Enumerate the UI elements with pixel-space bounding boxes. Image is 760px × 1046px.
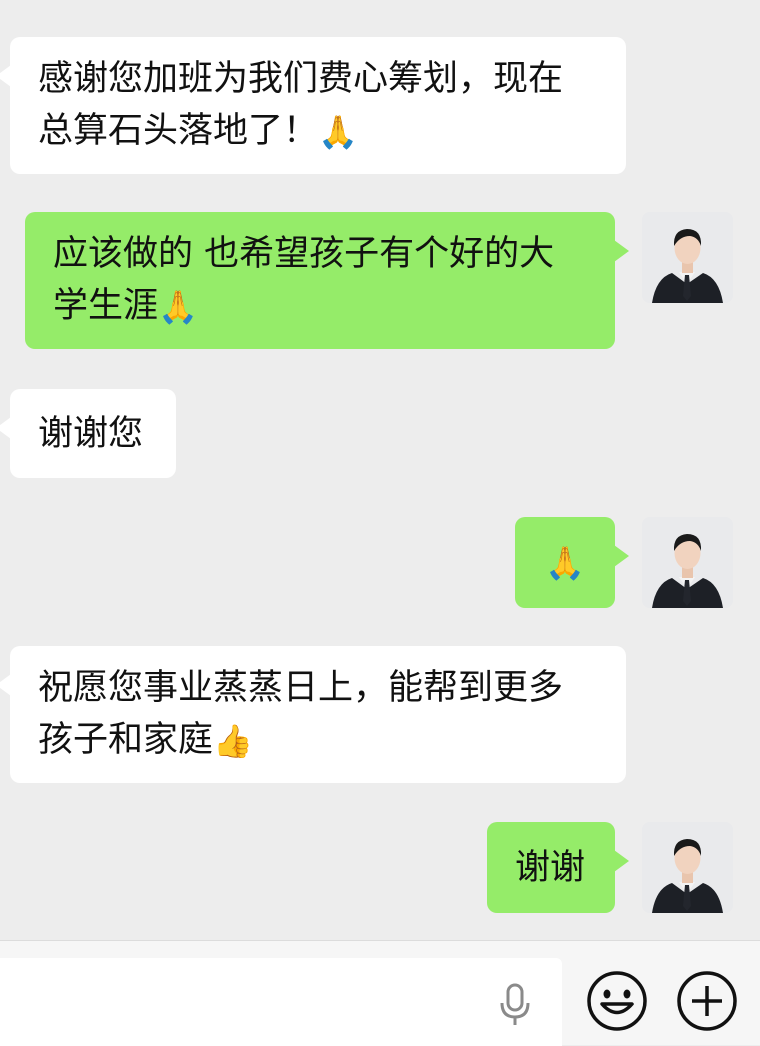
message-line: 学生涯 <box>53 286 159 326</box>
message-bubble-outgoing[interactable]: 谢谢 <box>487 822 629 913</box>
message-line: 总算石头落地了！ <box>38 111 319 151</box>
message-line: 谢谢您 <box>38 413 144 454</box>
avatar[interactable] <box>642 212 733 303</box>
avatar[interactable] <box>642 822 733 913</box>
microphone-icon[interactable] <box>497 981 533 1033</box>
message-bubble-incoming[interactable]: 祝愿您事业蒸蒸日上，能帮到更多 孩子和家庭👍 <box>0 646 626 783</box>
message-line: 祝愿您事业蒸蒸日上，能帮到更多 <box>38 668 564 708</box>
message-bubble-incoming[interactable]: 感谢您加班为我们费心筹划，现在 总算石头落地了！🙏 <box>0 37 626 174</box>
message-line: 孩子和家庭 <box>38 720 214 760</box>
message-bubble-outgoing[interactable]: 🙏 <box>515 517 629 608</box>
avatar[interactable] <box>642 517 733 608</box>
user-photo-icon <box>642 212 733 303</box>
thumbs-up-emoji-icon: 👍 <box>213 722 253 760</box>
folded-hands-emoji-icon: 🙏 <box>318 113 358 151</box>
message-line: 感谢您加班为我们费心筹划，现在 <box>38 59 564 99</box>
emoji-icon[interactable] <box>585 969 649 1037</box>
message-line: 应该做的 也希望孩子有个好的大 <box>53 234 555 274</box>
message-bubble-incoming[interactable]: 谢谢您 <box>0 389 176 478</box>
folded-hands-emoji-icon: 🙏 <box>545 543 585 582</box>
message-line: 谢谢 <box>515 847 586 888</box>
message-bubble-outgoing[interactable]: 应该做的 也希望孩子有个好的大 学生涯🙏 <box>25 212 629 349</box>
user-photo-icon <box>642 822 733 913</box>
message-input[interactable] <box>0 958 562 1046</box>
plus-icon[interactable] <box>675 969 739 1037</box>
chat-area: 感谢您加班为我们费心筹划，现在 总算石头落地了！🙏 应该做的 也希望孩子有个好的… <box>0 0 760 940</box>
folded-hands-emoji-icon: 🙏 <box>158 288 198 326</box>
input-bar <box>0 940 760 1046</box>
user-photo-icon <box>642 517 733 608</box>
